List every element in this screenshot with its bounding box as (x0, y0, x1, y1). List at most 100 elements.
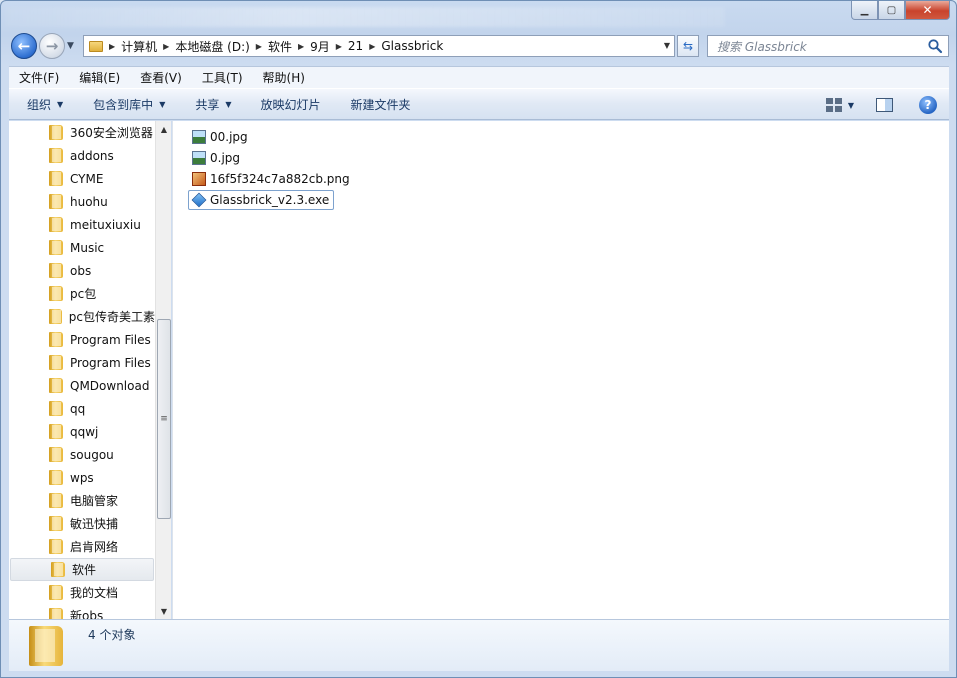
navigation-scrollbar[interactable]: ▲ ≡ ▼ (155, 121, 171, 619)
breadcrumb-separator-icon[interactable]: ▶ (256, 42, 262, 51)
chevron-down-icon: ▼ (57, 99, 64, 109)
slideshow-button[interactable]: 放映幻灯片 (261, 96, 321, 113)
change-view-icon[interactable] (825, 98, 842, 112)
forward-button[interactable]: → (39, 33, 65, 59)
breadcrumb-separator-icon[interactable]: ▶ (369, 42, 375, 51)
folder-icon (49, 539, 63, 554)
back-button[interactable]: ← (11, 33, 37, 59)
folder-icon (49, 585, 63, 600)
file-name: 0.jpg (210, 151, 241, 165)
tree-item-label: 新obs (70, 609, 104, 619)
file-item[interactable]: 0.jpg (189, 148, 240, 168)
share-button[interactable]: 共享 ▼ (195, 96, 231, 113)
tree-item-label: 敏迅快捕 (70, 517, 119, 531)
file-name: 00.jpg (210, 130, 248, 144)
chevron-down-icon: ▼ (159, 99, 166, 109)
address-bar[interactable]: ▶ 计算机 ▶ 本地磁盘 (D:) ▶ 软件 ▶ 9月 ▶ 21 ▶ Glass… (83, 35, 675, 57)
tree-item[interactable]: CYME (9, 167, 155, 190)
scroll-down-icon[interactable]: ▼ (156, 603, 172, 619)
tree-item[interactable]: 敏迅快捕 (9, 512, 155, 535)
view-options-dropdown-icon[interactable]: ▼ (848, 101, 854, 110)
refresh-icon: ⇆ (682, 39, 694, 53)
breadcrumb-glassbrick[interactable]: Glassbrick (381, 39, 443, 53)
tree-item[interactable]: sougou (9, 443, 155, 466)
new-folder-button[interactable]: 新建文件夹 (351, 96, 411, 113)
file-list[interactable]: 00.jpg 0.jpg 16f5f324c7a882cb.png Glassb… (172, 121, 949, 619)
menu-view[interactable]: 查看(V) (130, 69, 192, 86)
tree-item[interactable]: 新obs (9, 604, 155, 619)
minimize-button[interactable]: ▁ (851, 1, 878, 20)
scrollbar-thumb[interactable]: ≡ (157, 319, 171, 519)
file-name: 16f5f324c7a882cb.png (210, 172, 350, 186)
breadcrumb-separator-icon[interactable]: ▶ (336, 42, 342, 51)
tree-item[interactable]: obs (9, 259, 155, 282)
tree-item[interactable]: meituxiuxiu (9, 213, 155, 236)
tree-item[interactable]: pc包 (9, 282, 155, 305)
folder-icon (49, 401, 63, 416)
breadcrumb-drive[interactable]: 本地磁盘 (D:) (175, 38, 249, 55)
explorer-window: ▁ ▢ ✕ ← → ▼ ▶ 计算机 ▶ 本地磁盘 (D:) ▶ 软件 ▶ 9月 … (0, 0, 957, 678)
refresh-button[interactable]: ⇆ (677, 35, 699, 57)
tree-item[interactable]: Music (9, 236, 155, 259)
file-item-selected[interactable]: Glassbrick_v2.3.exe (188, 190, 335, 210)
tree-item[interactable]: wps (9, 466, 155, 489)
tree-item[interactable]: addons (9, 144, 155, 167)
tree-item-label: sougou (70, 447, 114, 462)
address-row: ← → ▼ ▶ 计算机 ▶ 本地磁盘 (D:) ▶ 软件 ▶ 9月 ▶ 21 ▶… (9, 33, 949, 61)
close-button[interactable]: ✕ (905, 1, 950, 20)
breadcrumb-separator-icon[interactable]: ▶ (298, 42, 304, 51)
folder-icon (49, 171, 63, 186)
folder-icon (49, 378, 63, 393)
preview-pane-icon[interactable] (876, 98, 893, 112)
tree-item[interactable]: QMDownload (9, 374, 155, 397)
tree-item[interactable]: 电脑管家 (9, 489, 155, 512)
tree-item[interactable]: Program Files (9, 328, 155, 351)
breadcrumb-software[interactable]: 软件 (268, 38, 292, 55)
tree-item[interactable]: 我的文档 (9, 581, 155, 604)
include-in-library-button[interactable]: 包含到库中 ▼ (93, 96, 165, 113)
menu-help[interactable]: 帮助(H) (253, 69, 315, 86)
navigation-pane[interactable]: 360安全浏览器 addons CYME huohu meituxiuxiu M… (9, 121, 155, 619)
tree-item-label: qq (70, 401, 86, 416)
tree-item-label: 我的文档 (70, 586, 119, 600)
folder-icon (49, 309, 62, 324)
title-bar[interactable]: ▁ ▢ ✕ (1, 1, 956, 29)
file-name: Glassbrick_v2.3.exe (210, 193, 330, 207)
tree-item[interactable]: huohu (9, 190, 155, 213)
tree-item[interactable]: 360安全浏览器 (9, 121, 155, 144)
tree-item-label: qqwj (70, 424, 99, 439)
folder-icon (49, 263, 63, 278)
menu-edit[interactable]: 编辑(E) (69, 69, 130, 86)
menu-file[interactable]: 文件(F) (9, 69, 69, 86)
exe-app-icon (191, 192, 207, 208)
help-icon[interactable]: ? (919, 96, 937, 114)
tree-item[interactable]: Program Files (9, 351, 155, 374)
organize-button[interactable]: 组织 ▼ (27, 96, 63, 113)
maximize-button[interactable]: ▢ (878, 1, 905, 20)
breadcrumb-21[interactable]: 21 (348, 39, 363, 53)
search-icon[interactable] (927, 38, 943, 54)
tree-item[interactable]: qqwj (9, 420, 155, 443)
tree-item[interactable]: 启肯网络 (9, 535, 155, 558)
file-item[interactable]: 00.jpg (189, 127, 248, 147)
caption-buttons: ▁ ▢ ✕ (851, 1, 950, 20)
scroll-up-icon[interactable]: ▲ (156, 121, 172, 137)
address-history-dropdown-icon[interactable]: ▼ (664, 41, 670, 50)
search-input[interactable]: 搜索 Glassbrick (707, 35, 949, 57)
tree-item-label: wps (70, 470, 94, 485)
tree-item[interactable]: pc包传奇美工素 (9, 305, 155, 328)
tree-item-label: QMDownload (70, 378, 150, 393)
menu-tools[interactable]: 工具(T) (192, 69, 253, 86)
breadcrumb-computer[interactable]: 计算机 (121, 38, 157, 55)
tree-item-selected[interactable]: 软件 (10, 558, 154, 581)
file-item[interactable]: 16f5f324c7a882cb.png (189, 169, 350, 189)
folder-icon (49, 608, 63, 619)
recent-pages-dropdown[interactable]: ▼ (67, 41, 74, 51)
breadcrumb-separator-icon[interactable]: ▶ (109, 42, 115, 51)
item-count: 4 个对象 (88, 628, 136, 642)
tree-item-label: 360安全浏览器 (70, 126, 153, 140)
blurred-title-area (5, 7, 725, 27)
breadcrumb-september[interactable]: 9月 (310, 38, 330, 55)
breadcrumb-separator-icon[interactable]: ▶ (163, 42, 169, 51)
tree-item[interactable]: qq (9, 397, 155, 420)
